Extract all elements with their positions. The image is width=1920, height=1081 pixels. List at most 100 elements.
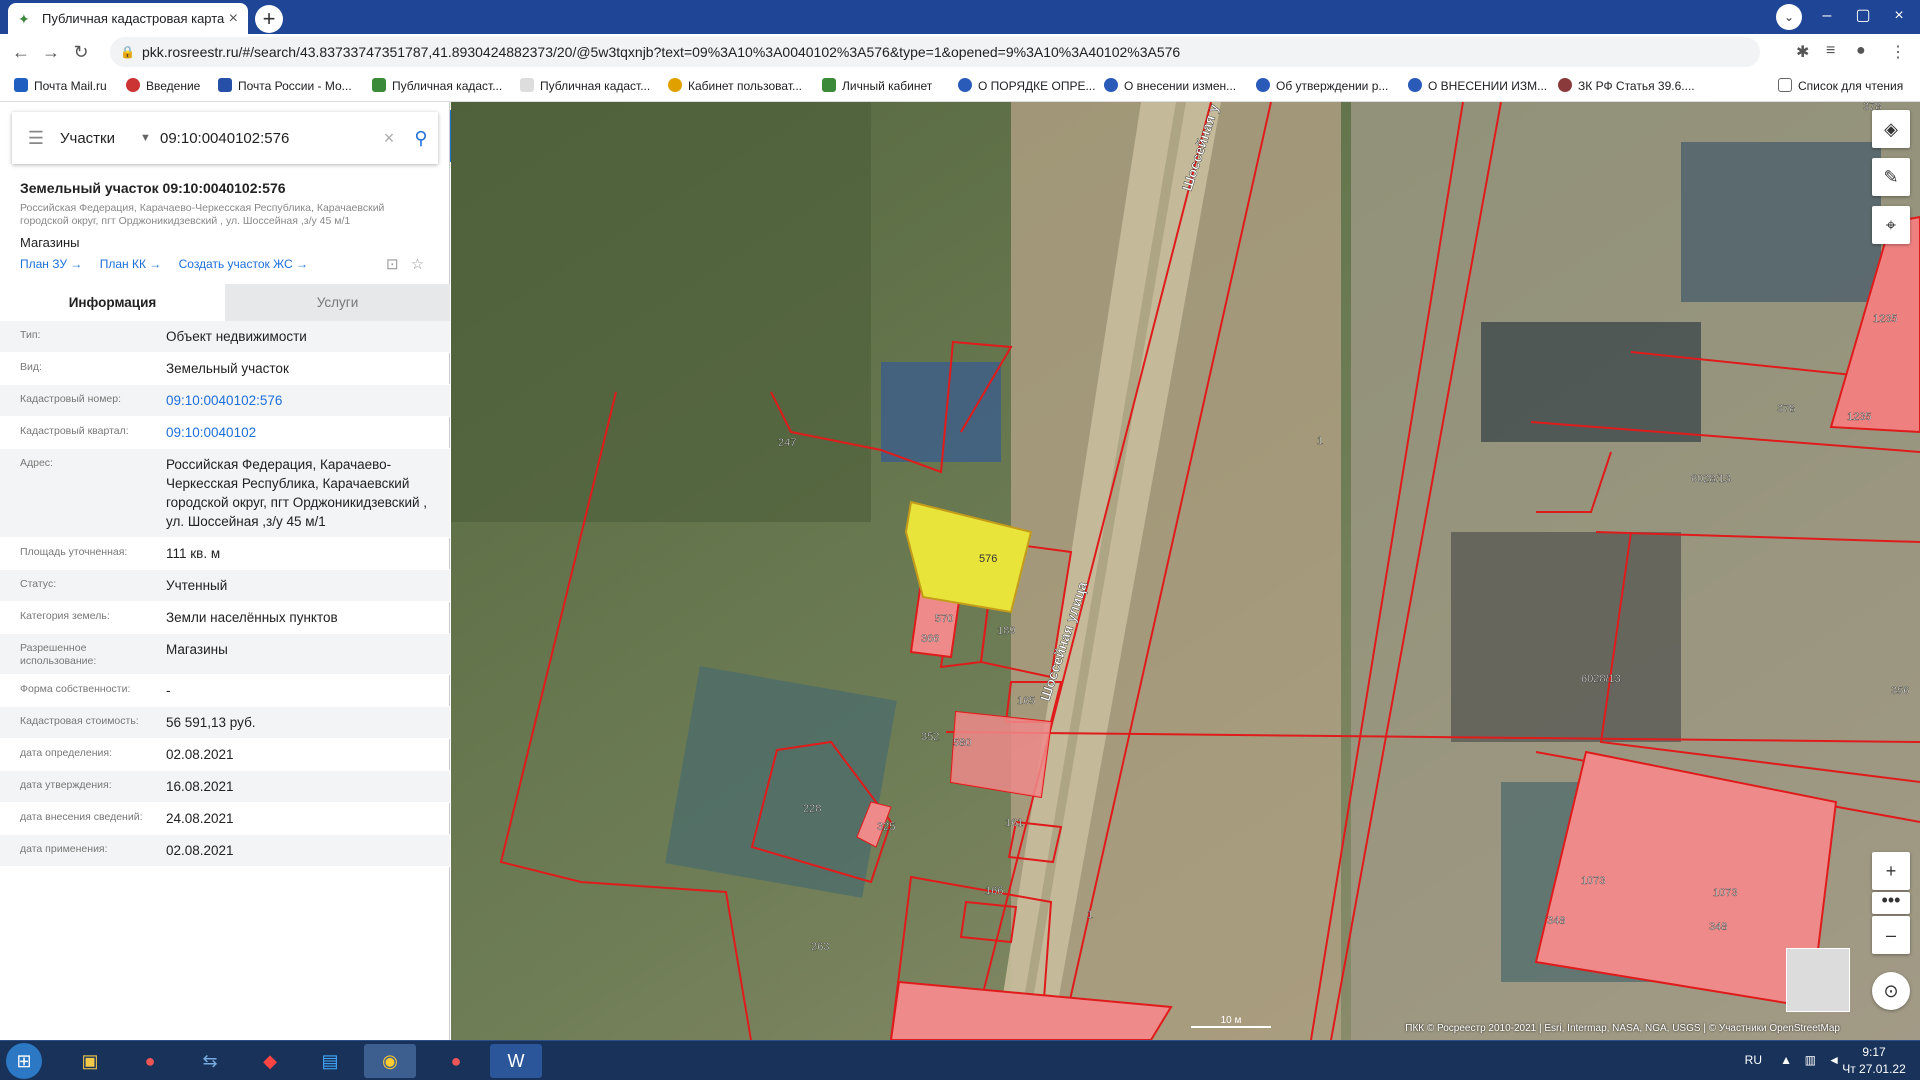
network-icon[interactable]: ▥ xyxy=(1805,1053,1816,1067)
tab-information[interactable]: Информация xyxy=(0,284,225,321)
parcel-label: 6028/13 xyxy=(1581,673,1621,685)
tray-arrow-icon[interactable]: ▲ xyxy=(1780,1053,1792,1067)
forward-icon[interactable]: → xyxy=(36,42,66,63)
anydesk-icon[interactable]: ◆ xyxy=(244,1044,296,1078)
info-row: Площадь уточненная: 111 кв. м xyxy=(0,538,450,570)
parcel-label: 247 xyxy=(778,437,796,449)
hamburger-icon[interactable]: ☰ xyxy=(12,128,60,149)
search-icon[interactable]: ⚲ xyxy=(404,128,438,149)
yandex-browser-icon[interactable]: ● xyxy=(124,1044,176,1078)
search-mode-select[interactable]: Участки xyxy=(60,130,140,147)
info-key: Адрес: xyxy=(20,457,53,469)
media-icon[interactable]: ≡ xyxy=(1826,42,1835,60)
info-row: Кадастровая стоимость: 56 591,13 руб. xyxy=(0,707,450,739)
info-sidebar: ☰ Участки ▼ 09:10:0040102:576 × ⚲ Земель… xyxy=(0,102,450,1040)
parcel-label: 1 xyxy=(1087,909,1093,921)
bookmark-item[interactable]: О ПОРЯДКЕ ОПРЕ... xyxy=(958,70,1095,102)
info-row: дата определения: 02.08.2021 xyxy=(0,739,450,771)
browser-tab[interactable]: ✦ Публичная кадастровая карта × xyxy=(8,3,248,34)
parcel-label: 570 xyxy=(935,613,953,625)
plan-zu-link[interactable]: План ЗУ → xyxy=(20,257,82,271)
bookmark-item[interactable]: Кабинет пользоват... xyxy=(668,70,802,102)
parcel-label: 165 xyxy=(1017,695,1035,707)
start-button[interactable]: ⊞ xyxy=(6,1043,42,1079)
locate-icon[interactable]: ⌖ xyxy=(1872,206,1910,244)
back-icon[interactable]: ← xyxy=(6,42,36,63)
explorer-icon[interactable]: ▣ xyxy=(64,1044,116,1078)
bookmark-item[interactable]: ЗК РФ Статья 39.6.... xyxy=(1558,70,1695,102)
bookmark-item[interactable]: Почта Mail.ru xyxy=(14,70,107,102)
chevron-down-icon[interactable]: ▼ xyxy=(140,132,160,144)
bookmark-item[interactable]: О ВНЕСЕНИИ ИЗМ... xyxy=(1408,70,1547,102)
extensions-icon[interactable]: ✱ xyxy=(1796,42,1809,62)
info-value: 56 591,13 руб. xyxy=(166,715,256,730)
chrome-icon[interactable]: ◉ xyxy=(364,1044,416,1078)
parcel-label: 348 xyxy=(1547,915,1565,927)
info-value: 111 кв. м xyxy=(166,546,221,561)
info-value: 24.08.2021 xyxy=(166,811,234,826)
bookmarks-bar: Почта Mail.ru Введение Почта России - Мо… xyxy=(0,70,1920,102)
overview-map[interactable] xyxy=(1786,948,1850,1012)
parcel-label: 1235 xyxy=(1847,411,1871,423)
info-key: Категория земель: xyxy=(20,610,110,622)
clear-icon[interactable]: × xyxy=(374,128,404,149)
bookmark-item[interactable]: О внесении измен... xyxy=(1104,70,1236,102)
parcel-label: 1073 xyxy=(1713,887,1737,899)
save-icon[interactable]: ▤ xyxy=(304,1044,356,1078)
close-window-icon[interactable]: × xyxy=(1884,4,1914,28)
info-value-link[interactable]: 09:10:0040102:576 xyxy=(146,391,436,410)
zoom-to-icon[interactable]: ⊡ xyxy=(386,256,399,273)
search-input[interactable]: 09:10:0040102:576 xyxy=(160,130,374,147)
tab-strip: ✦ Публичная кадастровая карта × + ⌄ – ▢ … xyxy=(0,0,1920,34)
zoom-in-button[interactable]: + xyxy=(1872,852,1910,890)
reload-icon[interactable]: ↻ xyxy=(66,42,96,63)
info-value: Учтенный xyxy=(166,578,228,593)
layers-icon[interactable]: ◈ xyxy=(1872,110,1910,148)
bookmark-item[interactable]: Публичная кадаст... xyxy=(520,70,650,102)
url-field[interactable]: 🔒 pkk.rosreestr.ru/#/search/43.837337473… xyxy=(110,37,1760,67)
word-icon[interactable]: W xyxy=(490,1044,542,1078)
maximize-icon[interactable]: ▢ xyxy=(1848,4,1878,28)
bookmark-item[interactable]: Публичная кадаст... xyxy=(372,70,502,102)
close-tab-icon[interactable]: × xyxy=(229,10,238,28)
menu-icon[interactable]: ⋮ xyxy=(1890,42,1906,62)
bookmark-item[interactable]: Об утверждении р... xyxy=(1256,70,1388,102)
bookmark-item[interactable]: Почта России - Мо... xyxy=(218,70,352,102)
info-value: Российская Федерация, Карачаево-Черкесск… xyxy=(166,457,428,529)
parcel-label: 161 xyxy=(1005,817,1023,829)
plan-kk-link[interactable]: План КК → xyxy=(100,257,162,271)
create-parcel-link[interactable]: Создать участок ЖС → xyxy=(179,257,308,271)
new-tab-button[interactable]: + xyxy=(255,5,283,33)
profile-icon[interactable]: ● xyxy=(1856,42,1866,60)
star-icon[interactable]: ☆ xyxy=(411,256,424,273)
teamviewer-icon[interactable]: ⇆ xyxy=(184,1044,236,1078)
language-indicator[interactable]: RU xyxy=(1745,1053,1762,1067)
clock-time[interactable]: 9:17 xyxy=(1844,1045,1904,1059)
tab-search-icon[interactable]: ⌄ xyxy=(1776,4,1802,30)
parcel-label: 378 xyxy=(1777,403,1795,415)
cadastral-map[interactable]: 576 247 189 570 366 165 352 580 228 325 … xyxy=(451,102,1920,1040)
info-row: дата утверждения: 16.08.2021 xyxy=(0,771,450,803)
search-bar: ☰ Участки ▼ 09:10:0040102:576 × ⚲ xyxy=(12,112,438,164)
info-value: Земельный участок xyxy=(166,361,289,376)
yandex-browser-2-icon[interactable]: ● xyxy=(430,1044,482,1078)
bookmark-item[interactable]: Личный кабинет xyxy=(822,70,932,102)
windows-taskbar: ⊞ ▣ ● ⇆ ◆ ▤ ◉ ● W RU ▲ ▥ ◄ 9:17 Чт 27.01… xyxy=(0,1040,1920,1080)
more-zoom-icon[interactable]: ••• xyxy=(1872,891,1910,914)
info-value-link[interactable]: 09:10:0040102 xyxy=(146,423,436,442)
zoom-out-button[interactable]: – xyxy=(1872,916,1910,954)
clock-date[interactable]: Чт 27.01.22 xyxy=(1836,1062,1912,1076)
ruler-icon[interactable]: ✎ xyxy=(1872,158,1910,196)
compass-icon[interactable]: ⊙ xyxy=(1872,972,1910,1010)
parcel-use-type: Магазины xyxy=(20,235,80,250)
info-value: Объект недвижимости xyxy=(166,329,307,344)
map-attribution: ПКК © Росреестр 2010-2021 | Esri, Interm… xyxy=(1405,1023,1840,1034)
parcel-label: 356 xyxy=(1891,685,1909,697)
browser-chrome: ✦ Публичная кадастровая карта × + ⌄ – ▢ … xyxy=(0,0,1920,102)
info-key: Кадастровый квартал: xyxy=(20,425,129,437)
bookmark-item[interactable]: Введение xyxy=(126,70,200,102)
minimize-icon[interactable]: – xyxy=(1812,4,1842,28)
tab-services[interactable]: Услуги xyxy=(225,284,450,321)
reading-list[interactable]: Список для чтения xyxy=(1778,70,1903,102)
info-row: Разрешенное использование: Магазины xyxy=(0,634,450,675)
